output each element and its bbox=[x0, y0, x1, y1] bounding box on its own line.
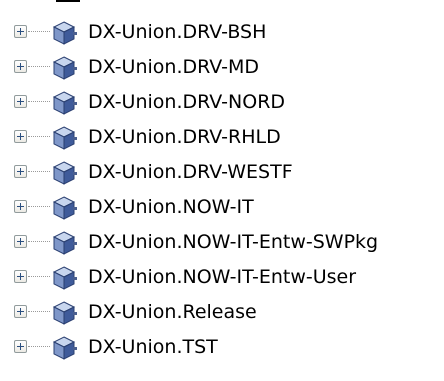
tree-node[interactable]: DX-Union.DRV-WESTF bbox=[0, 155, 444, 189]
tree-connector-line bbox=[28, 276, 50, 277]
expand-plus-icon[interactable] bbox=[14, 60, 27, 73]
expand-plus-icon[interactable] bbox=[14, 95, 27, 108]
expand-plus-icon[interactable] bbox=[14, 200, 27, 213]
tree-node[interactable]: DX-Union.NOW-IT-Entw-SWPkg bbox=[0, 225, 444, 259]
tree-node[interactable]: DX-Union.DRV-MD bbox=[0, 50, 444, 84]
expand-plus-icon[interactable] bbox=[14, 340, 27, 353]
tree-connector-line bbox=[28, 31, 50, 32]
tree-connector-line bbox=[28, 346, 50, 347]
package-cube-icon bbox=[52, 196, 77, 220]
tree-connector-line bbox=[28, 66, 50, 67]
tree-node-label[interactable]: DX-Union.DRV-BSH bbox=[88, 20, 266, 44]
tree-view: DX-Union.DRV-BSH DX-Union.DRV-MD DX-Unio… bbox=[0, 0, 444, 381]
expand-plus-icon[interactable] bbox=[14, 165, 27, 178]
package-cube-icon bbox=[52, 56, 77, 80]
tree-node-label[interactable]: DX-Union.NOW-IT bbox=[88, 195, 254, 219]
tree-node-label[interactable]: DX-Union.DRV-RHLD bbox=[88, 125, 281, 149]
tree-connector-line bbox=[28, 101, 50, 102]
package-cube-icon bbox=[52, 21, 77, 45]
expand-plus-icon[interactable] bbox=[14, 235, 27, 248]
tree-connector-line bbox=[28, 241, 50, 242]
tree-node-label[interactable]: DX-Union.NOW-IT-Entw-User bbox=[88, 265, 356, 289]
tree-node-label[interactable]: DX-Union.DRV-MD bbox=[88, 55, 259, 79]
tree-node[interactable]: DX-Union.Release bbox=[0, 295, 444, 329]
tree-node[interactable]: DX-Union.DRV-RHLD bbox=[0, 120, 444, 154]
expand-plus-icon[interactable] bbox=[14, 130, 27, 143]
tree-node[interactable]: DX-Union.TST bbox=[0, 330, 444, 364]
tree-node-label[interactable]: DX-Union.TST bbox=[88, 335, 218, 359]
tree-node-label[interactable]: DX-Union.DRV-NORD bbox=[88, 90, 285, 114]
tree-top-line bbox=[56, 0, 80, 2]
tree-node[interactable]: DX-Union.NOW-IT bbox=[0, 190, 444, 224]
tree-node-label[interactable]: DX-Union.NOW-IT-Entw-SWPkg bbox=[88, 230, 378, 254]
expand-plus-icon[interactable] bbox=[14, 25, 27, 38]
package-cube-icon bbox=[52, 126, 77, 150]
expand-plus-icon[interactable] bbox=[14, 270, 27, 283]
tree-node[interactable]: DX-Union.NOW-IT-Entw-User bbox=[0, 260, 444, 294]
tree-node-label[interactable]: DX-Union.DRV-WESTF bbox=[88, 160, 293, 184]
tree-connector-line bbox=[28, 311, 50, 312]
package-cube-icon bbox=[52, 161, 77, 185]
expand-plus-icon[interactable] bbox=[14, 305, 27, 318]
package-cube-icon bbox=[52, 266, 77, 290]
package-cube-icon bbox=[52, 91, 77, 115]
package-cube-icon bbox=[52, 301, 77, 325]
tree-connector-line bbox=[28, 206, 50, 207]
package-cube-icon bbox=[52, 336, 77, 360]
tree-node[interactable]: DX-Union.DRV-NORD bbox=[0, 85, 444, 119]
package-cube-icon bbox=[52, 231, 77, 255]
tree-connector-line bbox=[28, 136, 50, 137]
tree-node-label[interactable]: DX-Union.Release bbox=[88, 300, 257, 324]
tree-node[interactable]: DX-Union.DRV-BSH bbox=[0, 15, 444, 49]
tree-connector-line bbox=[28, 171, 50, 172]
